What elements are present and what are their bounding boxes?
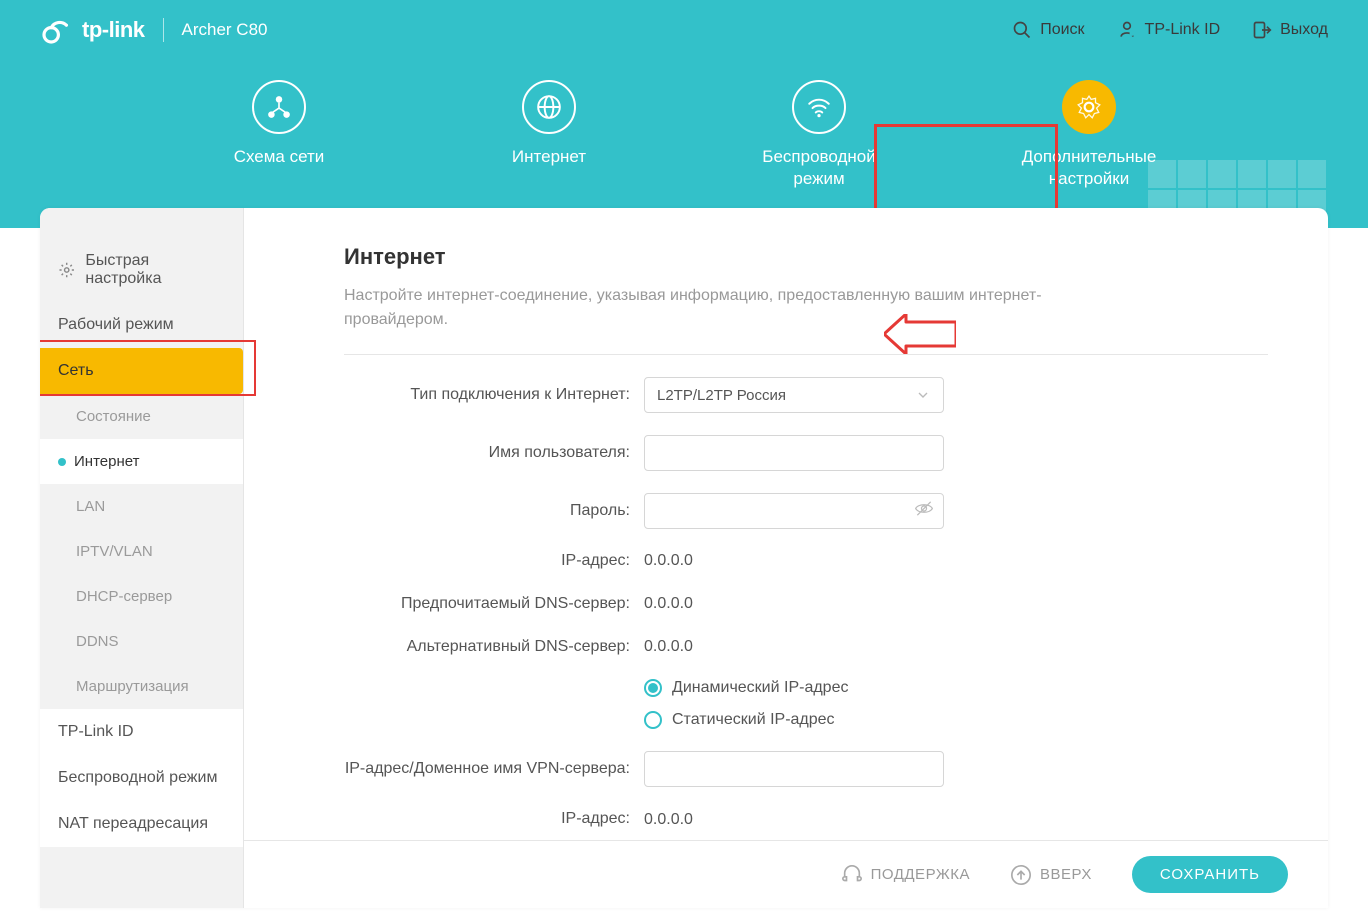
dns1-label: Предпочитаемый DNS-сервер:: [344, 594, 644, 615]
sidebar-tplink-id[interactable]: TP-Link ID: [40, 709, 243, 755]
brand-logo: tp-link: [40, 14, 145, 46]
sidebar-ddns[interactable]: DDNS: [40, 619, 243, 664]
sidebar-routing-label: Маршрутизация: [76, 678, 189, 695]
ip-label: IP-адрес:: [344, 551, 644, 572]
radio-dynamic-ip[interactable]: Динамический IP-адрес: [644, 679, 848, 697]
wifi-icon: [806, 94, 832, 120]
radio-static-ip[interactable]: Статический IP-адрес: [644, 711, 848, 729]
vpn-server-label: IP-адрес/Доменное имя VPN-сервера:: [344, 759, 644, 780]
vpn-server-input[interactable]: [644, 751, 944, 787]
sidebar-status-label: Состояние: [76, 408, 151, 425]
radio-dynamic-label: Динамический IP-адрес: [672, 679, 848, 697]
sidebar-routing[interactable]: Маршрутизация: [40, 664, 243, 709]
tab-network-map-label: Схема сети: [234, 146, 325, 168]
sidebar-nat-label: NAT переадресация: [58, 815, 208, 833]
tab-internet-label: Интернет: [512, 146, 586, 168]
page-title: Интернет: [344, 244, 1268, 270]
arrow-up-circle-icon: [1010, 864, 1032, 886]
sidebar-dhcp[interactable]: DHCP-сервер: [40, 574, 243, 619]
content-area: Интернет Настройте интернет-соединение, …: [244, 208, 1328, 908]
network-map-icon: [266, 94, 292, 120]
tab-internet[interactable]: Интернет: [469, 80, 629, 228]
conn-type-select[interactable]: L2TP/L2TP Россия: [644, 377, 944, 413]
gear-small-icon: [58, 261, 75, 279]
model-name: Archer C80: [182, 20, 268, 40]
password-input[interactable]: [644, 493, 944, 529]
headset-icon: [841, 864, 863, 886]
logout-label: Выход: [1280, 21, 1328, 39]
sidebar-operation-mode-label: Рабочий режим: [58, 316, 174, 334]
password-label: Пароль:: [344, 501, 644, 522]
sidebar-network-label: Сеть: [58, 362, 94, 380]
support-link[interactable]: ПОДДЕРЖКА: [841, 864, 970, 886]
support-label: ПОДДЕРЖКА: [871, 866, 970, 883]
sidebar-internet[interactable]: Интернет: [40, 439, 243, 484]
tab-wireless[interactable]: Беспроводной режим: [739, 80, 899, 228]
logout-action[interactable]: Выход: [1252, 20, 1328, 40]
tab-advanced[interactable]: Дополнительные настройки: [1009, 80, 1169, 228]
sidebar: Быстрая настройка Рабочий режим Сеть Сос…: [40, 208, 244, 908]
sidebar-wireless-label: Беспроводной режим: [58, 769, 217, 787]
logout-icon: [1252, 20, 1272, 40]
sidebar-lan-label: LAN: [76, 498, 105, 515]
header-divider: [163, 18, 164, 42]
dns2-value: 0.0.0.0: [644, 638, 693, 656]
sidebar-wireless[interactable]: Беспроводной режим: [40, 755, 243, 801]
page-description: Настройте интернет-соединение, указывая …: [344, 284, 1124, 332]
page-card: Быстрая настройка Рабочий режим Сеть Сос…: [40, 208, 1328, 908]
main-tabs: Схема сети Интернет Беспроводной режим Д…: [0, 60, 1368, 228]
tab-wireless-label: Беспроводной режим: [739, 146, 899, 190]
sidebar-ddns-label: DDNS: [76, 633, 119, 650]
sidebar-network[interactable]: Сеть: [40, 348, 243, 394]
radio-dot-icon: [644, 679, 662, 697]
eye-icon[interactable]: [914, 499, 934, 524]
sidebar-quick-setup-label: Быстрая настройка: [85, 252, 225, 288]
sidebar-iptv[interactable]: IPTV/VLAN: [40, 529, 243, 574]
gear-icon: [1076, 94, 1102, 120]
radio-static-label: Статический IP-адрес: [672, 711, 835, 729]
dns1-value: 0.0.0.0: [644, 595, 693, 613]
tplink-id-action[interactable]: TP-Link ID: [1117, 20, 1221, 40]
sidebar-quick-setup[interactable]: Быстрая настройка: [40, 238, 243, 302]
radio-dot-icon: [644, 711, 662, 729]
conn-type-label: Тип подключения к Интернет:: [344, 385, 644, 406]
sidebar-internet-label: Интернет: [74, 453, 139, 470]
footer-bar: ПОДДЕРЖКА ВВЕРХ СОХРАНИТЬ: [244, 840, 1328, 908]
search-label: Поиск: [1040, 21, 1084, 39]
username-input[interactable]: [644, 435, 944, 471]
tplink-id-label: TP-Link ID: [1145, 21, 1221, 39]
globe-icon: [536, 94, 562, 120]
search-icon: [1012, 20, 1032, 40]
ip2-label: IP-адрес:: [344, 809, 644, 830]
sidebar-operation-mode[interactable]: Рабочий режим: [40, 302, 243, 348]
sidebar-lan[interactable]: LAN: [40, 484, 243, 529]
sidebar-status[interactable]: Состояние: [40, 394, 243, 439]
search-action[interactable]: Поиск: [1012, 20, 1084, 40]
divider: [344, 354, 1268, 355]
user-icon: [1117, 20, 1137, 40]
sidebar-nat[interactable]: NAT переадресация: [40, 801, 243, 847]
dns2-label: Альтернативный DNS-сервер:: [344, 637, 644, 658]
chevron-down-icon: [915, 387, 931, 403]
sidebar-tplink-id-label: TP-Link ID: [58, 723, 134, 741]
conn-type-value: L2TP/L2TP Россия: [657, 387, 786, 404]
topbar: tp-link Archer C80 Поиск TP-Link ID Выхо…: [0, 0, 1368, 60]
brand-text: tp-link: [82, 17, 145, 43]
tplink-logo-icon: [40, 14, 72, 46]
sidebar-dhcp-label: DHCP-сервер: [76, 588, 172, 605]
save-button[interactable]: СОХРАНИТЬ: [1132, 856, 1288, 893]
ip-value: 0.0.0.0: [644, 552, 693, 570]
ip2-value: 0.0.0.0: [644, 811, 693, 829]
username-label: Имя пользователя:: [344, 443, 644, 464]
tab-network-map[interactable]: Схема сети: [199, 80, 359, 228]
top-label: ВВЕРХ: [1040, 866, 1092, 883]
top-link[interactable]: ВВЕРХ: [1010, 864, 1092, 886]
sidebar-iptv-label: IPTV/VLAN: [76, 543, 153, 560]
tab-advanced-label: Дополнительные настройки: [1009, 146, 1169, 190]
